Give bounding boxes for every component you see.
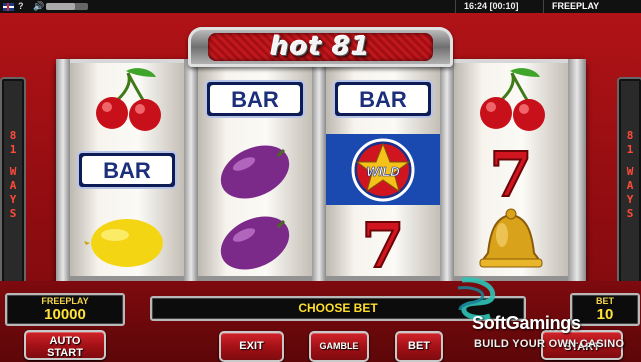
svg-text:BAR: BAR (231, 87, 279, 112)
ways-panel-left: 81WAYS (0, 77, 26, 301)
svg-text:WILD: WILD (366, 164, 400, 179)
balance-display: FREEPLAY 10000 (5, 293, 125, 326)
volume-slider[interactable] (46, 3, 88, 10)
top-status-bar: ? 🔊 16:24 [00:10] FREEPLAY (0, 0, 641, 13)
balance-value: 10000 (44, 306, 86, 323)
reel-4: 7 (454, 63, 568, 276)
mode-label: FREEPLAY (552, 1, 600, 11)
plum-symbol-icon (198, 205, 312, 276)
reel-2: BAR (198, 63, 312, 276)
bar-symbol-icon: BAR (326, 63, 440, 134)
sound-icon[interactable]: 🔊 (33, 0, 44, 13)
reels-area: BAR BAR BAR WILD 7 7 (56, 59, 586, 294)
softgamings-watermark: SoftGamings BUILD YOUR OWN CASINO (448, 262, 641, 362)
auto-start-button[interactable]: AUTO START (24, 330, 106, 360)
help-icon[interactable]: ? (18, 0, 24, 13)
bar-symbol-icon: BAR (70, 134, 184, 205)
reel-1: BAR (70, 63, 184, 276)
watermark-tagline: BUILD YOUR OWN CASINO (474, 338, 625, 350)
clock-display: 16:24 [00:10] (464, 1, 519, 11)
svg-text:BAR: BAR (103, 158, 151, 183)
svg-text:7: 7 (489, 138, 532, 205)
bet-button[interactable]: BET (395, 331, 443, 362)
seven-symbol-icon: 7 (454, 134, 568, 205)
plum-symbol-icon (198, 134, 312, 205)
game-logo-plate: hot 81 (188, 27, 453, 67)
game-logo: hot 81 (270, 32, 371, 62)
svg-text:7: 7 (361, 209, 404, 276)
bar-symbol-icon: BAR (198, 63, 312, 134)
exit-button[interactable]: EXIT (219, 331, 284, 362)
svg-text:BAR: BAR (359, 87, 407, 112)
gamble-button[interactable]: GAMBLE (309, 331, 369, 362)
language-flag-icon[interactable] (3, 0, 14, 13)
cherry-symbol-icon (454, 63, 568, 134)
ways-label-left: 81WAYS (9, 129, 17, 220)
ways-label-right: 81WAYS (626, 129, 634, 220)
wild-symbol-icon: WILD (326, 134, 440, 205)
watermark-brand: SoftGamings (472, 313, 581, 333)
balance-label: FREEPLAY (41, 296, 89, 306)
cherry-symbol-icon (70, 63, 184, 134)
reel-3: BAR WILD 7 (326, 63, 440, 276)
seven-symbol-icon: 7 (326, 205, 440, 276)
lemon-symbol-icon (70, 205, 184, 276)
